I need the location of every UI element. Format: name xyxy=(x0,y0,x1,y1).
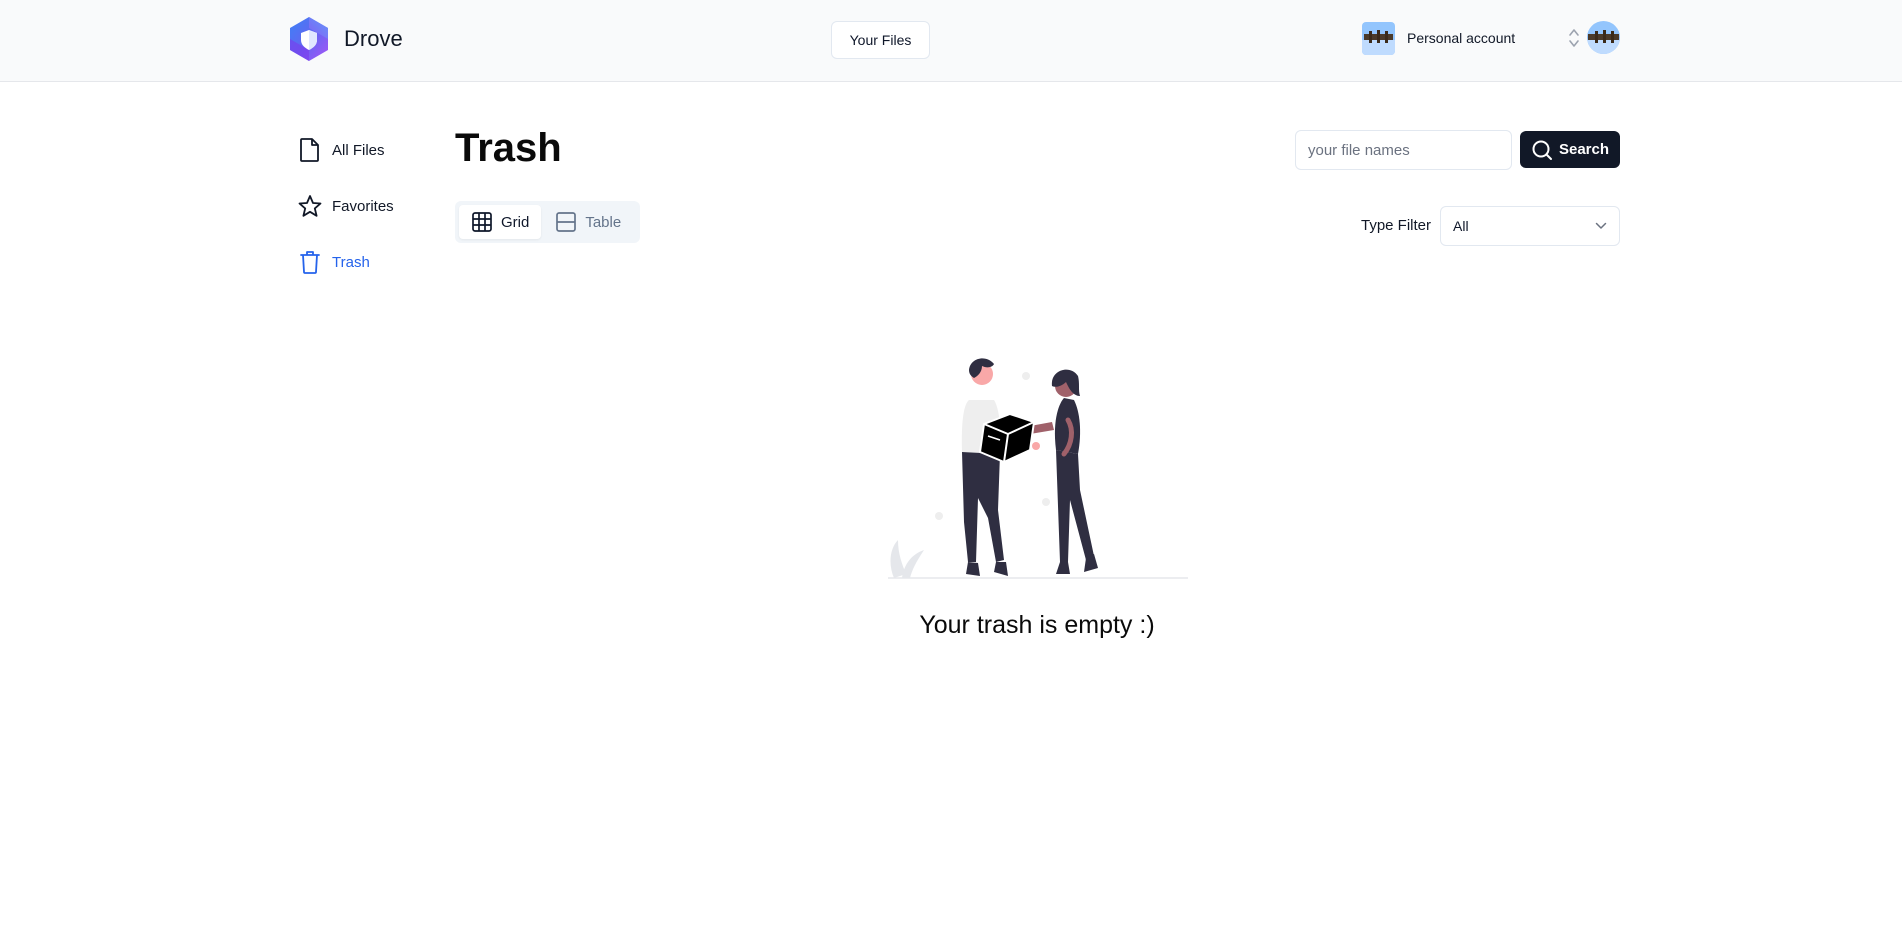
table-icon xyxy=(556,212,577,232)
user-avatar[interactable] xyxy=(1587,21,1620,54)
account-label: Personal account xyxy=(1407,30,1516,46)
brand-name: Drove xyxy=(344,26,403,51)
sidebar-item-favorites[interactable]: Favorites xyxy=(298,186,438,226)
type-filter-select[interactable]: All xyxy=(1440,206,1620,246)
sidebar-item-label: Trash xyxy=(332,253,370,271)
search-button[interactable]: Search xyxy=(1520,131,1620,168)
grid-view-label: Grid xyxy=(501,213,530,231)
sidebar-item-label: Favorites xyxy=(332,197,394,215)
file-icon xyxy=(300,138,319,162)
account-switcher[interactable]: Personal account xyxy=(1362,21,1582,55)
account-avatar xyxy=(1362,21,1395,55)
chevron-down-icon xyxy=(1595,222,1607,229)
brand[interactable]: Drove xyxy=(286,15,403,63)
drove-logo-icon xyxy=(290,17,328,61)
sidebar-item-trash[interactable]: Trash xyxy=(298,242,438,282)
sidebar-item-label: All Files xyxy=(332,141,385,159)
type-filter-value: All xyxy=(1453,218,1469,234)
table-view-button[interactable]: Table xyxy=(543,205,633,239)
sidebar: All Files Favorites Trash xyxy=(298,130,438,298)
page-title: Trash xyxy=(455,126,562,170)
empty-state-message: Your trash is empty :) xyxy=(919,611,1155,639)
grid-icon xyxy=(472,212,492,232)
star-icon xyxy=(298,195,322,217)
search-icon xyxy=(1532,140,1552,160)
chevrons-up-down-icon xyxy=(1569,29,1579,47)
grid-view-button[interactable]: Grid xyxy=(459,205,542,239)
type-filter-label: Type Filter xyxy=(1361,217,1432,234)
search-button-label: Search xyxy=(1558,141,1610,158)
top-header: Drove Your Files Personal account xyxy=(0,0,1902,82)
empty-trash-illustration xyxy=(888,358,1188,579)
view-toggle: Grid Table xyxy=(455,201,640,243)
sidebar-item-all-files[interactable]: All Files xyxy=(298,130,438,170)
search-input[interactable] xyxy=(1295,130,1512,170)
trash-icon xyxy=(300,251,320,274)
your-files-button[interactable]: Your Files xyxy=(831,21,930,59)
table-view-label: Table xyxy=(585,213,622,231)
